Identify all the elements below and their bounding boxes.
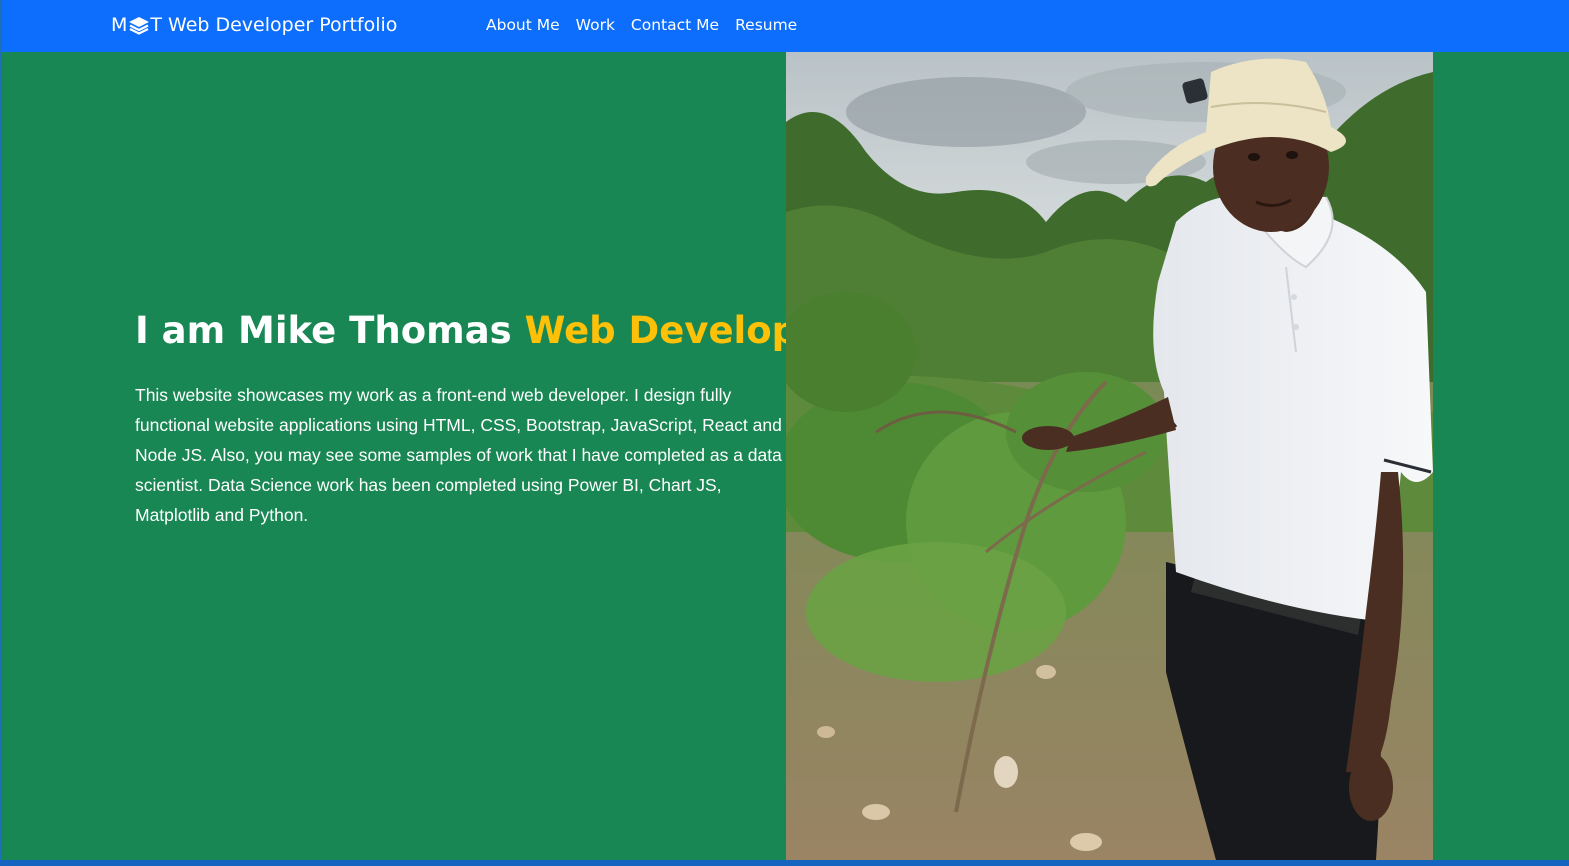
profile-photo (786, 52, 1433, 860)
brand-initial-m: M (111, 14, 128, 36)
layers-icon (128, 14, 150, 36)
navbar: M T Web Developer Portfolio About Me Wor… (2, 0, 1569, 52)
nav-links: About Me Work Contact Me Resume (486, 13, 813, 37)
hero-text-block: I am Mike Thomas Web Developer This webs… (135, 306, 841, 530)
nav-link-work[interactable]: Work (576, 13, 615, 37)
nav-link-resume[interactable]: Resume (735, 13, 797, 37)
brand-link[interactable]: M T Web Developer Portfolio (111, 12, 397, 38)
hero-title: I am Mike Thomas Web Developer (135, 306, 841, 356)
nav-link-contact-me[interactable]: Contact Me (631, 13, 719, 37)
page-bottom-strip (0, 860, 1569, 866)
brand-initial-t: T (150, 14, 163, 36)
nav-link-about-me[interactable]: About Me (486, 13, 560, 37)
hero-title-name: I am Mike Thomas (135, 309, 512, 352)
hero-description: This website showcases my work as a fron… (135, 385, 782, 525)
brand-title: Web Developer Portfolio (168, 14, 398, 36)
